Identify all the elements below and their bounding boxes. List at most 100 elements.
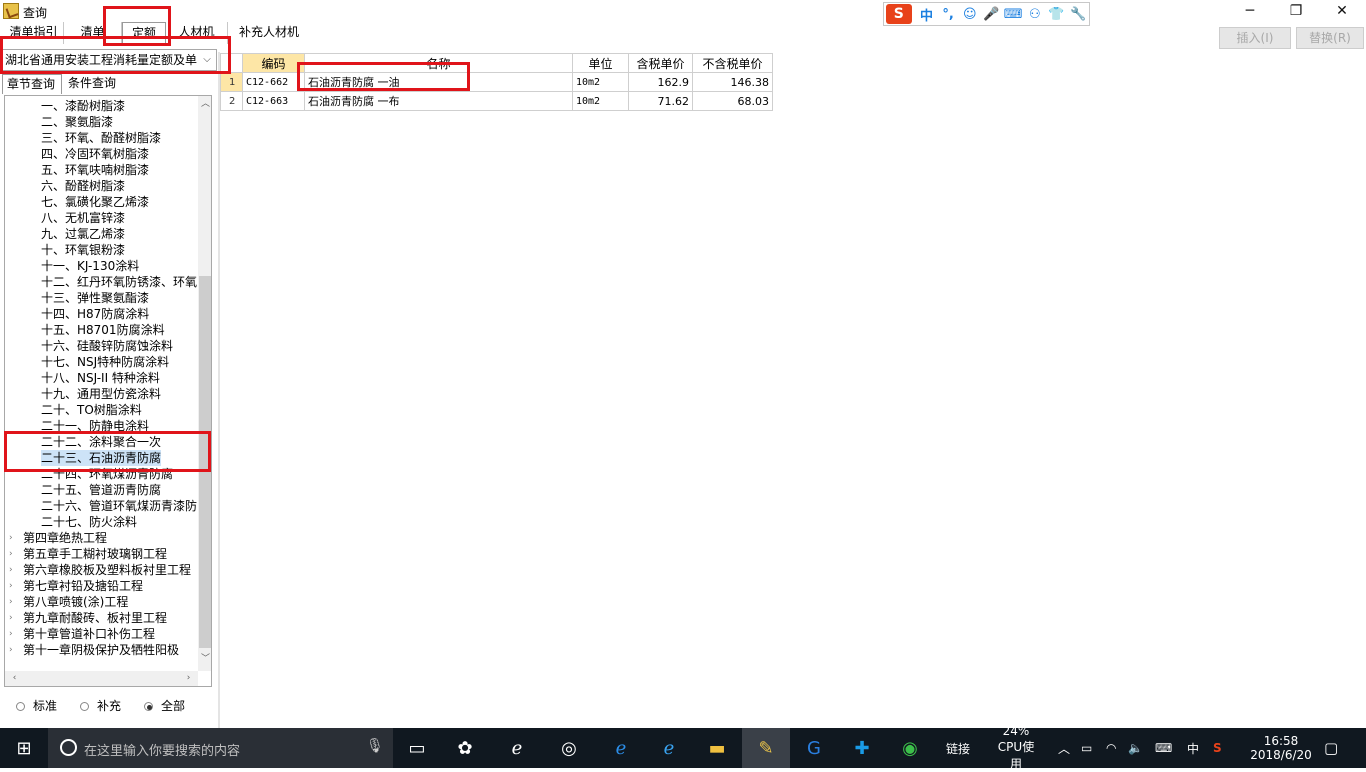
scroll-down-icon[interactable]: ﹀ [198, 652, 211, 667]
col-unit[interactable]: 单位 [572, 53, 629, 73]
microphone-icon[interactable]: 🎙 [366, 738, 384, 754]
notification-icon[interactable]: ▢ [1324, 728, 1338, 768]
tree-item-label: 八、无机富锌漆 [41, 211, 126, 225]
link-label[interactable]: 链接 [946, 728, 970, 768]
radio-all[interactable]: 全部 [144, 696, 185, 716]
cell-price-notax[interactable]: 68.03 [692, 91, 773, 111]
360-browser-icon[interactable]: ◉ [886, 728, 934, 768]
tree-item-label: 第四章绝热工程 [23, 531, 108, 545]
file-explorer-icon[interactable]: ▬ [693, 728, 741, 768]
tree-item-label: 六、酚醛树脂漆 [41, 179, 126, 193]
ime-chinese-mode[interactable]: 中 [916, 5, 938, 24]
tree-item-label: 十九、通用型仿瓷涂料 [41, 387, 162, 401]
cortana-icon [60, 739, 77, 756]
scroll-right-icon[interactable]: › [181, 671, 196, 686]
plus-app-icon[interactable]: ✚ [838, 728, 886, 768]
volume-icon[interactable]: 🔈 [1128, 728, 1143, 768]
insert-button[interactable]: 插入(I) [1219, 27, 1291, 49]
tree-item-label: 十二、红丹环氧防锈漆、环氧 [41, 275, 198, 289]
minimize-button[interactable]: ─ [1227, 0, 1273, 22]
tree-item-label: 二十、TO树脂涂料 [41, 403, 142, 417]
task-view-icon[interactable]: ▭ [393, 728, 441, 768]
pinwheel-app-icon[interactable]: ✿ [441, 728, 489, 768]
tree-horizontal-scrollbar[interactable]: ‹ › [5, 671, 198, 686]
table-row[interactable]: 2 C12-663 石油沥青防腐 一布 10m2 71.62 68.03 [220, 91, 773, 111]
panel-splitter[interactable] [218, 52, 220, 728]
chevron-right-icon[interactable]: › [9, 642, 19, 658]
edge-icon[interactable]: ℯ [597, 728, 645, 768]
tree-item-label: 五、环氧呋喃树脂漆 [41, 163, 150, 177]
tab-condition-query[interactable]: 条件查询 [64, 74, 124, 94]
col-price-tax[interactable]: 含税单价 [628, 53, 693, 73]
radio-dot-selected-icon [144, 702, 153, 711]
col-price-notax[interactable]: 不含税单价 [692, 53, 773, 73]
close-button[interactable]: ✕ [1319, 0, 1365, 22]
tree-item-label: 三、环氧、酚醛树脂漆 [41, 131, 162, 145]
ime-user-icon[interactable]: ⚇ [1024, 7, 1046, 22]
quota-app-icon[interactable]: ✎ [742, 728, 790, 768]
tab-supplement-material[interactable]: 补充人材机 [230, 22, 308, 44]
swirl-app-icon[interactable]: ◎ [545, 728, 593, 768]
cell-price-tax[interactable]: 71.62 [628, 91, 693, 111]
tree-item-label: 十五、H8701防腐涂料 [41, 323, 165, 337]
clock-date: 2018/6/20 [1250, 748, 1312, 762]
filter-radio-group: 标准 补充 全部 [14, 696, 214, 716]
tree-item-label: 一、漆酚树脂漆 [41, 99, 126, 113]
tree-item-label: 第十一章阴极保护及牺牲阳极 [23, 643, 180, 657]
sogou-tray-icon[interactable]: S [1213, 728, 1222, 768]
cell-name[interactable]: 石油沥青防腐 一布 [304, 91, 573, 111]
ie-icon[interactable]: ℯ [645, 728, 693, 768]
replace-button[interactable]: 替换(R) [1296, 27, 1364, 49]
cell-price-tax[interactable]: 162.9 [628, 72, 693, 92]
chevron-right-icon[interactable]: › [9, 530, 19, 546]
chevron-right-icon[interactable]: › [9, 594, 19, 610]
chevron-right-icon[interactable]: › [9, 562, 19, 578]
radio-standard[interactable]: 标准 [16, 696, 57, 716]
ime-skin-icon[interactable]: 👕 [1046, 7, 1068, 22]
tab-chapter-query[interactable]: 章节查询 [2, 74, 62, 94]
scroll-left-icon[interactable]: ‹ [7, 671, 22, 686]
ime-voice-icon[interactable]: 🎤 [981, 7, 1003, 22]
browser-e-icon[interactable]: ℯ [493, 728, 541, 768]
chevron-right-icon[interactable]: › [9, 610, 19, 626]
tree-item-label: 第七章衬铅及搪铅工程 [23, 579, 144, 593]
clock-time: 16:58 [1263, 734, 1299, 748]
clock[interactable]: 16:58 2018/6/20 [1246, 728, 1316, 768]
radio-supplement[interactable]: 补充 [80, 696, 121, 716]
radio-dot-icon [16, 702, 25, 711]
sogou-logo-icon[interactable]: S [886, 4, 912, 24]
cell-unit[interactable]: 10m2 [572, 72, 629, 92]
keyboard-icon[interactable]: ⌨ [1155, 728, 1172, 768]
battery-icon[interactable]: ▭ [1081, 728, 1092, 768]
cpu-meter[interactable]: 24% CPU使用 [992, 724, 1040, 771]
windows-start-icon[interactable]: ⊞ [0, 728, 48, 768]
wifi-icon[interactable]: ◠ [1106, 728, 1116, 768]
chevron-right-icon[interactable]: › [9, 626, 19, 642]
tree-vertical-scrollbar[interactable]: ︿ ﹀ [198, 96, 211, 671]
tree-item-label: 十六、硅酸锌防腐蚀涂料 [41, 339, 174, 353]
chevron-right-icon[interactable]: › [9, 546, 19, 562]
tray-expand-icon[interactable]: ︿ [1058, 728, 1070, 768]
cell-code[interactable]: C12-663 [242, 91, 305, 111]
chapter-tree[interactable]: 一、漆酚树脂漆 二、聚氨脂漆 三、环氧、酚醛树脂漆 四、冷固环氧树脂漆 五、环氧呋喃树脂… [4, 95, 212, 687]
ime-emoji-icon[interactable]: ☺ [959, 7, 981, 22]
cell-price-notax[interactable]: 146.38 [692, 72, 773, 92]
col-code[interactable]: 编码 [242, 53, 305, 73]
chevron-right-icon[interactable]: › [9, 578, 19, 594]
maximize-button[interactable]: ❐ [1273, 0, 1319, 22]
tree-item-label: 九、过氯乙烯漆 [41, 227, 126, 241]
g-app-icon[interactable]: G [790, 728, 838, 768]
ime-settings-icon[interactable]: 🔧 [1067, 7, 1089, 22]
cpu-percent: 24% [1002, 724, 1030, 738]
scroll-up-icon[interactable]: ︿ [198, 97, 211, 112]
query-mode-tabs: 章节查询 条件查询 [2, 74, 217, 94]
tree-item-label: 第八章喷镀(涂)工程 [23, 595, 129, 609]
cell-code[interactable]: C12-662 [242, 72, 305, 92]
ime-language[interactable]: 中 [1187, 728, 1199, 768]
ime-keyboard-icon[interactable]: ⌨ [1002, 7, 1024, 22]
cell-unit[interactable]: 10m2 [572, 91, 629, 111]
tree-item-label: 二十六、管道环氧煤沥青漆防 [41, 499, 198, 513]
taskbar-search[interactable]: 在这里输入你要搜索的内容 🎙 [48, 728, 393, 768]
cpu-label: CPU使用 [997, 740, 1035, 771]
ime-punctuation-icon[interactable]: °, [937, 7, 959, 22]
